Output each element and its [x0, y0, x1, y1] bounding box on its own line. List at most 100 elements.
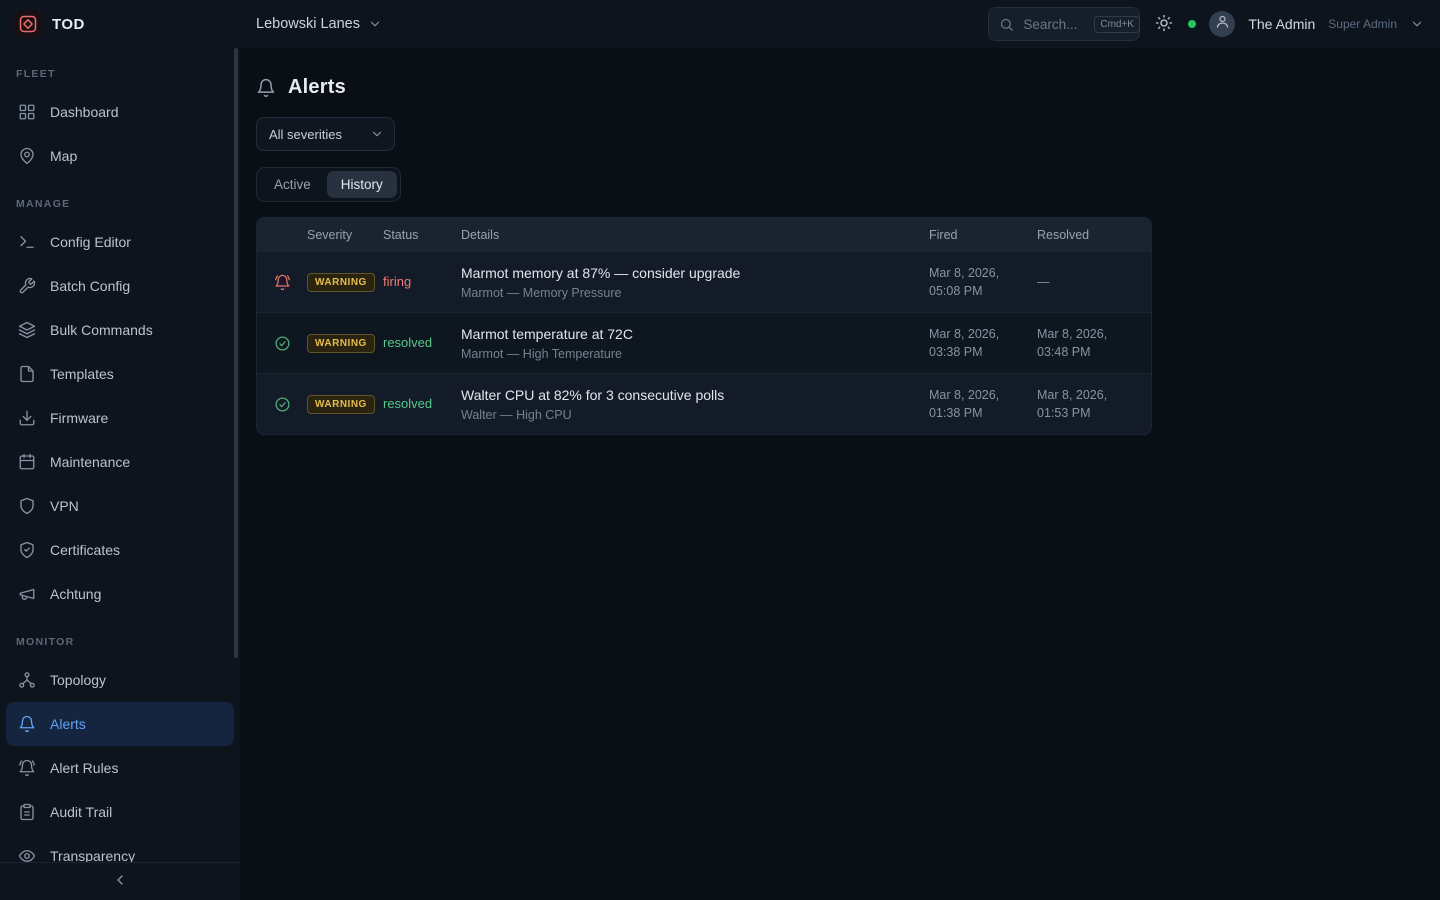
sidebar-item-label: Topology [50, 672, 106, 688]
sidebar-item-config-editor[interactable]: Config Editor [6, 220, 234, 264]
download-icon [18, 409, 36, 427]
bell-ring-icon [18, 759, 36, 777]
sidebar-item-transparency[interactable]: Transparency [6, 834, 234, 862]
sidebar-item-label: Alert Rules [50, 760, 118, 776]
header-right: Cmd+K The Admin Super Admin [988, 7, 1424, 41]
alerts-tabs: Active History [256, 167, 401, 202]
brand-name: TOD [52, 16, 85, 33]
sidebar-item-map[interactable]: Map [6, 134, 234, 178]
check-circle-icon [274, 396, 291, 413]
bell-icon [256, 78, 276, 98]
search-input[interactable] [1021, 16, 1087, 33]
sidebar-scrollbar[interactable] [234, 48, 238, 658]
sidebar-item-label: Batch Config [50, 278, 130, 294]
alert-subtitle: Walter — High CPU [461, 408, 929, 422]
alert-subtitle: Marmot — High Temperature [461, 347, 929, 361]
collapse-sidebar-button[interactable] [106, 866, 134, 897]
severity-badge: WARNING [307, 273, 375, 292]
map-pin-icon [18, 147, 36, 165]
alerts-table-header: Severity Status Details Fired Resolved [257, 218, 1151, 251]
chevron-down-icon[interactable] [1410, 17, 1424, 31]
wrench-icon [18, 277, 36, 295]
eye-icon [18, 847, 36, 862]
chevron-down-icon [370, 127, 384, 141]
severity-badge: WARNING [307, 395, 375, 414]
col-details: Details [461, 228, 929, 242]
app-logo-icon [14, 10, 42, 38]
fired-at: Mar 8, 2026, 05:08 PM [929, 264, 1037, 300]
sidebar-nav: FLEET Dashboard Map MANAGE Config Editor… [0, 48, 240, 862]
sidebar-item-dashboard[interactable]: Dashboard [6, 90, 234, 134]
status-text: resolved [383, 396, 432, 411]
alert-title: Walter CPU at 82% for 3 consecutive poll… [461, 387, 929, 403]
alert-subtitle: Marmot — Memory Pressure [461, 286, 929, 300]
tab-history[interactable]: History [327, 171, 397, 198]
sidebar-item-label: Certificates [50, 542, 120, 558]
top-header: Lebowski Lanes Cmd+K The Admin Super Adm… [240, 0, 1440, 48]
col-resolved: Resolved [1037, 228, 1151, 242]
section-label-manage: MANAGE [0, 178, 240, 220]
user-role-badge: Super Admin [1328, 17, 1397, 31]
tab-active[interactable]: Active [260, 171, 325, 198]
search-icon [999, 17, 1014, 32]
sidebar-item-firmware[interactable]: Firmware [6, 396, 234, 440]
col-fired: Fired [929, 228, 1037, 242]
sidebar-item-certificates[interactable]: Certificates [6, 528, 234, 572]
sidebar-item-templates[interactable]: Templates [6, 352, 234, 396]
sidebar-item-label: Alerts [50, 716, 86, 732]
main-column: Lebowski Lanes Cmd+K The Admin Super Adm… [240, 0, 1440, 900]
sidebar-item-achtung[interactable]: Achtung [6, 572, 234, 616]
alerts-table: Severity Status Details Fired Resolved W… [256, 217, 1152, 435]
brand-header: TOD [0, 0, 240, 48]
resolved-at: Mar 8, 2026, 01:53 PM [1037, 386, 1151, 422]
table-row[interactable]: WARNING firing Marmot memory at 87% — co… [257, 251, 1151, 312]
app-root: TOD FLEET Dashboard Map MANAGE Config Ed… [0, 0, 1440, 900]
chevron-down-icon [368, 17, 382, 31]
sidebar-item-alert-rules[interactable]: Alert Rules [6, 746, 234, 790]
sidebar-item-bulk-commands[interactable]: Bulk Commands [6, 308, 234, 352]
sidebar-footer [0, 862, 240, 900]
sidebar: TOD FLEET Dashboard Map MANAGE Config Ed… [0, 0, 240, 900]
table-row[interactable]: WARNING resolved Marmot temperature at 7… [257, 312, 1151, 373]
clipboard-icon [18, 803, 36, 821]
severity-filter-select[interactable]: All severities [256, 117, 395, 151]
sidebar-item-label: Bulk Commands [50, 322, 153, 338]
global-search[interactable]: Cmd+K [988, 7, 1140, 41]
connection-status-dot [1188, 20, 1196, 28]
theme-toggle-button[interactable] [1153, 12, 1175, 37]
sidebar-item-audit-trail[interactable]: Audit Trail [6, 790, 234, 834]
megaphone-icon [18, 585, 36, 603]
sidebar-item-batch-config[interactable]: Batch Config [6, 264, 234, 308]
bell-ring-icon [274, 274, 291, 291]
page-title: Alerts [288, 76, 346, 99]
sidebar-item-topology[interactable]: Topology [6, 658, 234, 702]
terminal-icon [18, 233, 36, 251]
sidebar-item-label: Audit Trail [50, 804, 112, 820]
alert-title: Marmot memory at 87% — consider upgrade [461, 265, 929, 281]
sidebar-item-label: Config Editor [50, 234, 131, 250]
page-title-row: Alerts [256, 76, 1424, 99]
sidebar-item-alerts[interactable]: Alerts [6, 702, 234, 746]
sidebar-item-vpn[interactable]: VPN [6, 484, 234, 528]
col-severity: Severity [307, 228, 383, 242]
sidebar-item-label: VPN [50, 498, 79, 514]
layers-icon [18, 321, 36, 339]
search-shortcut-badge: Cmd+K [1094, 16, 1140, 33]
sidebar-item-label: Transparency [50, 848, 135, 862]
status-text: resolved [383, 335, 432, 350]
bell-icon [18, 715, 36, 733]
file-icon [18, 365, 36, 383]
section-label-fleet: FLEET [0, 48, 240, 90]
fired-at: Mar 8, 2026, 03:38 PM [929, 325, 1037, 361]
sidebar-item-label: Achtung [50, 586, 101, 602]
avatar[interactable] [1209, 11, 1235, 37]
severity-badge: WARNING [307, 334, 375, 353]
user-icon [1215, 14, 1230, 34]
sidebar-item-label: Maintenance [50, 454, 130, 470]
sidebar-item-maintenance[interactable]: Maintenance [6, 440, 234, 484]
calendar-icon [18, 453, 36, 471]
user-name: The Admin [1248, 16, 1315, 32]
org-switcher[interactable]: Lebowski Lanes [256, 16, 382, 32]
table-row[interactable]: WARNING resolved Walter CPU at 82% for 3… [257, 373, 1151, 434]
org-name: Lebowski Lanes [256, 16, 360, 32]
